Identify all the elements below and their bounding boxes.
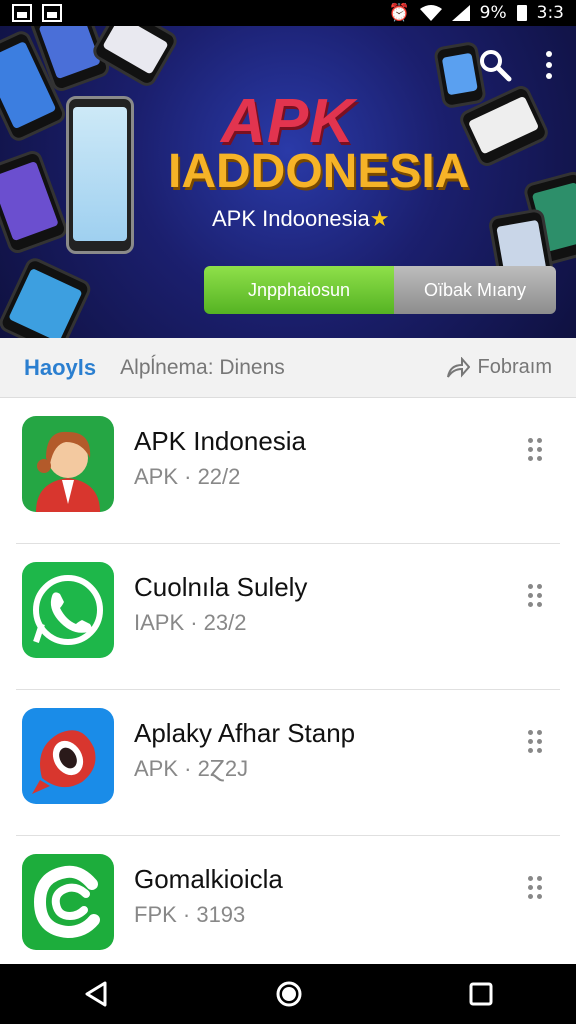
- list-item[interactable]: APK Indonesia APK · 22/2: [16, 398, 560, 544]
- banner-title-secondary: IADDONESIA: [168, 145, 470, 198]
- app-list: APK Indonesia APK · 22/2 Cuolnıla Sulely…: [0, 398, 576, 982]
- gallery-notification-icon: [12, 4, 32, 22]
- search-icon[interactable]: [478, 48, 512, 82]
- share-tab[interactable]: Fobraım: [446, 356, 552, 379]
- signal-icon: [451, 5, 470, 21]
- promo-banner[interactable]: APK IADDONESIA APK Indoonesia★ Jnpphaios…: [0, 26, 576, 338]
- phone-call-icon: [22, 562, 114, 658]
- primary-action-button[interactable]: Jnpphaiosun: [204, 266, 394, 314]
- share-arrow-icon: [446, 356, 470, 378]
- app-name: Gomalkioicla: [134, 864, 283, 894]
- item-menu-icon[interactable]: [528, 730, 546, 754]
- c-logo-icon: [22, 854, 114, 950]
- app-name: APK Indonesia: [134, 426, 307, 456]
- app-version: APK · 2Ɀ2J: [134, 756, 249, 781]
- wifi-icon: [419, 5, 442, 21]
- tab-active[interactable]: Haoyls: [24, 355, 96, 381]
- more-vert-icon[interactable]: [542, 50, 556, 80]
- list-item[interactable]: Aplaky Afhar Stanp APK · 2Ɀ2J: [16, 690, 560, 836]
- item-menu-icon[interactable]: [528, 876, 546, 900]
- avatar-icon: [22, 416, 114, 512]
- star-icon: ★: [369, 206, 390, 231]
- tab-secondary[interactable]: Alpĺnema: Dinens: [120, 356, 285, 380]
- list-item[interactable]: Gomalkioicla FPK · 3193: [16, 836, 560, 982]
- banner-subtitle: APK Indoonesia★: [212, 206, 390, 231]
- battery-icon: [516, 5, 527, 21]
- alarm-icon: ⏰: [388, 3, 410, 23]
- app-version: APK · 22/2: [134, 464, 241, 489]
- decorative-phone-icon: [0, 148, 70, 256]
- decorative-phone-icon: [89, 26, 181, 90]
- home-icon[interactable]: [275, 980, 303, 1008]
- app-version: IAPK · 23/2: [134, 610, 247, 635]
- decorative-phone-icon: [0, 254, 94, 338]
- status-bar: ⏰ 9% 3:3: [0, 0, 576, 26]
- battery-percent: 9%: [479, 3, 507, 23]
- app-name: Aplaky Afhar Stanp: [134, 718, 356, 748]
- system-nav-bar: [0, 964, 576, 1024]
- item-menu-icon[interactable]: [528, 584, 546, 608]
- list-item[interactable]: Cuolnıla Sulely IAPK · 23/2: [16, 544, 560, 690]
- tab-bar: Haoyls Alpĺnema: Dinens Fobraım: [0, 338, 576, 398]
- bird-icon: [22, 708, 114, 804]
- app-version: FPK · 3193: [134, 902, 246, 927]
- app-name: Cuolnıla Sulely: [134, 572, 308, 602]
- image-notification-icon: [42, 4, 62, 22]
- recents-icon[interactable]: [469, 982, 493, 1006]
- secondary-action-button[interactable]: Oïbak Mıany: [394, 266, 556, 314]
- share-tab-label: Fobraım: [477, 356, 552, 378]
- item-menu-icon[interactable]: [528, 438, 546, 462]
- back-icon[interactable]: [83, 980, 109, 1008]
- clock: 3:3: [536, 3, 564, 23]
